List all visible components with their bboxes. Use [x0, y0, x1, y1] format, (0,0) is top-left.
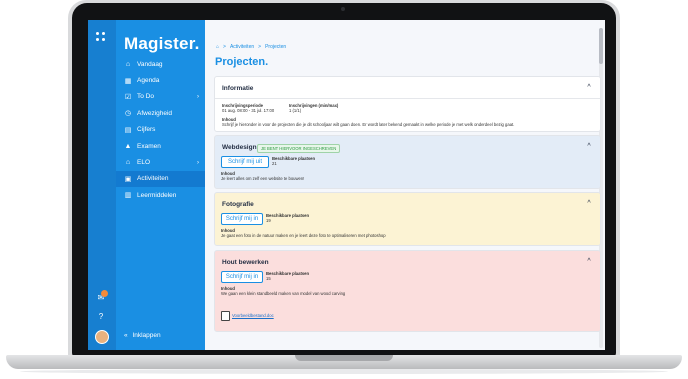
notification-badge: [101, 290, 108, 297]
sidebar-item-label: Activiteiten: [137, 175, 169, 183]
graduation-icon: ▲: [124, 142, 132, 150]
project-card-fotografie: Fotografie ^ Schrijf mij in Beschikbare …: [214, 192, 601, 246]
app-screen: Magister. ⌂ Vandaag ▦ Agenda ☑ To Do › ◷…: [88, 20, 605, 350]
sidebar-item-activiteiten[interactable]: ▣ Activiteiten: [116, 170, 205, 188]
camera-icon: [341, 7, 345, 11]
home-icon[interactable]: ⌂: [216, 44, 219, 50]
sidebar: Magister. ⌂ Vandaag ▦ Agenda ☑ To Do › ◷…: [88, 20, 205, 350]
document-icon: [221, 311, 230, 321]
period-value: 01 aug. 08:00 - 31 jul. 17:00: [222, 108, 275, 113]
double-chevron-left-icon: «: [124, 332, 128, 339]
checkbox-icon: ☑: [124, 93, 132, 101]
sidebar-item-vandaag[interactable]: ⌂ Vandaag: [116, 56, 205, 72]
page-title: Projecten.: [215, 56, 269, 68]
apps-grid-icon[interactable]: [96, 32, 106, 42]
home-icon: ⌂: [125, 60, 131, 68]
sidebar-nav: ⌂ Vandaag ▦ Agenda ☑ To Do › ◷ Afwezighe…: [116, 56, 205, 204]
chevron-right-icon: ›: [197, 93, 199, 100]
content-text: We gaan een klein standbeeld maken van m…: [221, 291, 346, 296]
project-title: Webdesign: [222, 144, 257, 151]
places-label: Beschikbare plaatsen: [272, 156, 316, 161]
sidebar-item-label: Leermiddelen: [137, 191, 177, 199]
collapse-toggle-icon[interactable]: ^: [584, 256, 594, 266]
places-label: Beschikbare plaatsen: [266, 271, 310, 276]
project-card-webdesign: Webdesign JE BENT HIERVOOR INGESCHREVEN …: [214, 135, 601, 189]
laptop-shadow: [20, 369, 668, 374]
calendar-icon: ▦: [124, 77, 132, 85]
sidebar-item-cijfers[interactable]: ▤ Cijfers: [116, 122, 205, 138]
breadcrumb-activiteiten[interactable]: Activiteiten: [230, 44, 254, 50]
content-text: Je leert alles om zelf een website te bo…: [221, 176, 305, 181]
enrolled-badge: JE BENT HIERVOOR INGESCHREVEN: [257, 144, 341, 153]
subscribe-button[interactable]: Schrijf mij in: [221, 271, 263, 283]
collapse-toggle-icon[interactable]: ^: [584, 198, 594, 208]
divider: [215, 98, 600, 99]
collapse-button[interactable]: « Inklappen: [124, 332, 161, 339]
scrollbar-thumb[interactable]: [599, 28, 603, 64]
main-content: ⌂ > Activiteiten > Projecten Projecten. …: [205, 20, 605, 350]
breadcrumb-projecten: Projecten: [265, 44, 287, 50]
activities-icon: ▣: [124, 175, 132, 183]
places-label: Beschikbare plaatsen: [266, 213, 310, 218]
grades-icon: ▤: [124, 126, 132, 134]
sidebar-item-elo[interactable]: ⌂ ELO ›: [116, 154, 205, 170]
info-card: Informatie ^ Inschrijvingsperiode 01 aug…: [214, 76, 601, 132]
attachment-link[interactable]: Voorbeeldbestand.doc: [232, 313, 274, 318]
content-text: Schrijf je hieronder in voor de projecte…: [222, 122, 515, 127]
breadcrumb: ⌂ > Activiteiten > Projecten: [216, 44, 286, 50]
sidebar-item-label: Cijfers: [137, 126, 156, 134]
laptop-notch: [295, 355, 393, 361]
places-value: 21: [272, 161, 277, 166]
sidebar-item-agenda[interactable]: ▦ Agenda: [116, 72, 205, 88]
project-title: Hout bewerken: [222, 259, 269, 266]
sidebar-item-label: ELO: [137, 159, 151, 167]
sidebar-item-leermiddelen[interactable]: ▥ Leermiddelen: [116, 187, 205, 203]
sidebar-item-label: Afwezigheid: [137, 109, 173, 117]
book-icon: ▥: [124, 192, 132, 200]
places-value: 19: [266, 218, 271, 223]
unsubscribe-button[interactable]: Schrijf mij uit: [221, 156, 269, 168]
sidebar-item-afwezigheid[interactable]: ◷ Afwezigheid: [116, 105, 205, 121]
elo-icon: ⌂: [125, 159, 131, 167]
clock-icon: ◷: [124, 110, 132, 118]
help-icon[interactable]: ?: [96, 311, 106, 321]
avatar[interactable]: [95, 330, 109, 344]
project-card-hout-bewerken: Hout bewerken ^ Schrijf mij in Beschikba…: [214, 250, 601, 332]
app-logo: Magister.: [124, 34, 200, 53]
breadcrumb-separator: >: [223, 44, 226, 50]
project-title: Fotografie: [222, 201, 254, 208]
collapse-toggle-icon[interactable]: ^: [584, 141, 594, 151]
info-card-title: Informatie: [222, 85, 254, 92]
places-value: 15: [266, 276, 271, 281]
collapse-label: Inklappen: [132, 332, 161, 339]
sidebar-item-label: Vandaag: [137, 60, 163, 68]
subscribe-button[interactable]: Schrijf mij in: [221, 213, 263, 225]
sidebar-item-label: Agenda: [137, 77, 160, 85]
breadcrumb-separator: >: [258, 44, 262, 50]
sidebar-item-label: To Do: [137, 93, 154, 101]
chevron-right-icon: ›: [197, 159, 199, 166]
sidebar-item-label: Examen: [137, 142, 161, 150]
collapse-toggle-icon[interactable]: ^: [584, 82, 594, 92]
enroll-value: 1 (1/1): [289, 108, 302, 113]
sidebar-item-examen[interactable]: ▲ Examen: [116, 138, 205, 154]
sidebar-item-todo[interactable]: ☑ To Do ›: [116, 89, 205, 105]
content-text: Je gaat een foto in de natuur maken en j…: [221, 233, 386, 238]
